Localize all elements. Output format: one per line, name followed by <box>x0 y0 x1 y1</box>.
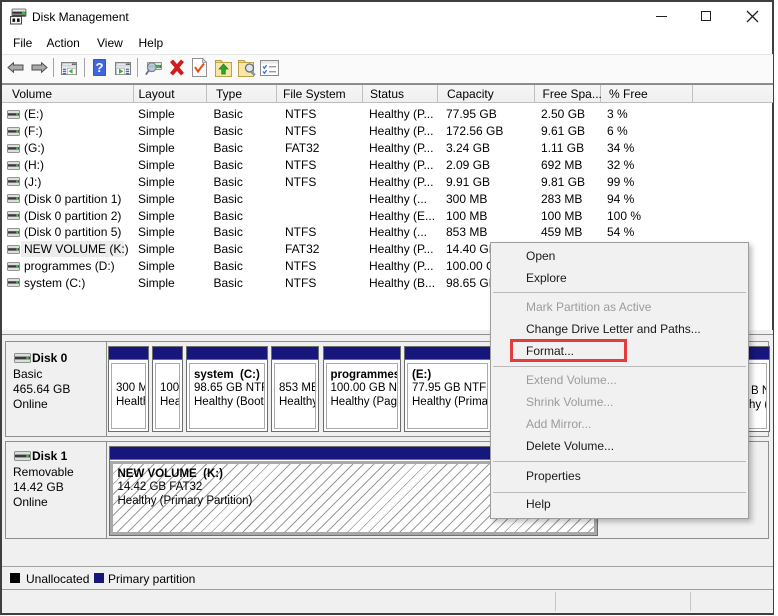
svg-text:?: ? <box>96 60 104 75</box>
